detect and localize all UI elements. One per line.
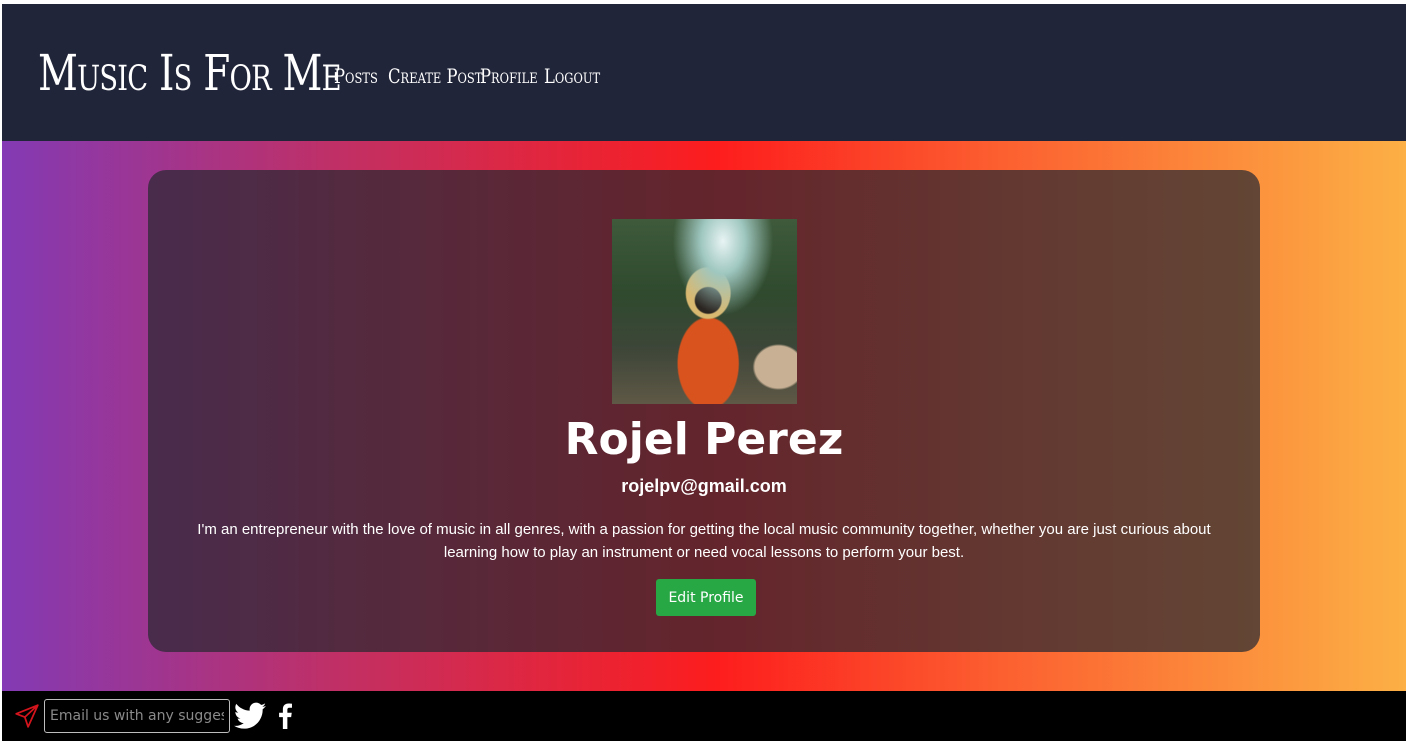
nav-posts-link[interactable]: Posts	[334, 64, 378, 88]
profile-name: Rojel Perez	[564, 414, 844, 465]
main-nav: Posts Create Post Profile Logout	[334, 64, 600, 88]
footer	[2, 691, 1406, 741]
profile-photo	[612, 219, 797, 404]
send-icon[interactable]	[14, 703, 40, 729]
nav-logout-link[interactable]: Logout	[544, 64, 600, 88]
twitter-icon[interactable]	[234, 702, 266, 730]
nav-profile-link[interactable]: Profile	[480, 64, 538, 88]
profile-bio: I'm an entrepreneur with the love of mus…	[197, 521, 1211, 561]
profile-email: rojelpv@gmail.com	[621, 476, 787, 496]
site-logo[interactable]: Music Is For Me	[38, 44, 342, 102]
profile-section: Rojel Perez rojelpv@gmail.com I'm an ent…	[2, 141, 1406, 691]
suggestion-email-input[interactable]	[44, 699, 230, 733]
profile-card: Rojel Perez rojelpv@gmail.com I'm an ent…	[148, 170, 1260, 652]
facebook-icon[interactable]	[276, 703, 294, 729]
edit-profile-button[interactable]: Edit Profile	[656, 579, 756, 616]
nav-create-post-link[interactable]: Create Post	[388, 64, 482, 88]
top-navbar: Music Is For Me Posts Create Post Profil…	[2, 4, 1406, 141]
